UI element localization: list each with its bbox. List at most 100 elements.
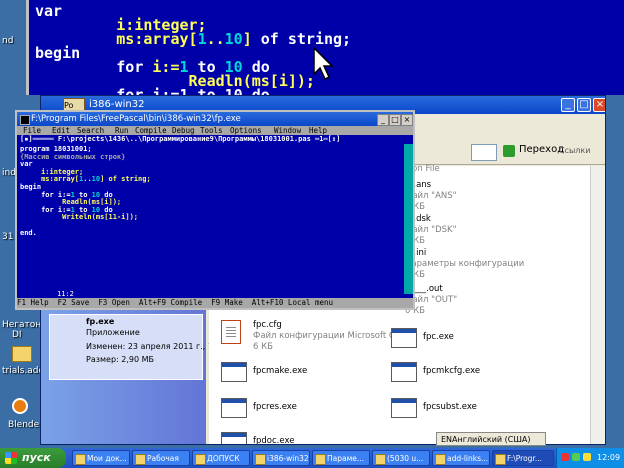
file-type: Параметры конфигурации [405, 259, 525, 269]
taskbar-button[interactable]: Рабочая [132, 450, 190, 466]
console-maximize-button[interactable]: □ [389, 114, 401, 126]
taskbar-button-label: i386-win32 [267, 454, 309, 463]
exe-file-icon[interactable] [391, 398, 417, 418]
console-title: F:\Program Files\FreePascal\bin\i386-win… [31, 114, 241, 124]
file-name: fpcmkcfg.exe [423, 366, 481, 376]
menu-item-debug[interactable]: Debug [172, 126, 195, 135]
folder-icon[interactable] [12, 346, 32, 362]
taskbar-button-label: Парамe... [327, 454, 365, 463]
language-bar[interactable]: ENАнглийский (США) [436, 432, 546, 446]
code-token: 1 [197, 30, 207, 48]
menu-item-edit[interactable]: Edit [52, 126, 70, 135]
file-name: fpc.cfg [253, 320, 282, 330]
window-icon [315, 454, 326, 465]
minimize-button[interactable]: _ [561, 98, 575, 112]
exe-file-icon[interactable] [391, 328, 417, 348]
console-code-area[interactable]: program 18031001; {Массив символьных стро… [17, 135, 405, 295]
code-token: of string; [260, 30, 352, 48]
taskbar-button-label: Мои док... [87, 454, 127, 463]
window-icon [375, 454, 386, 465]
exe-file-icon[interactable] [221, 398, 247, 418]
console-titlebar[interactable]: F:\Program Files\FreePascal\bin\i386-win… [17, 112, 413, 126]
go-button[interactable]: Переход [519, 144, 564, 155]
taskbar-button-label: Рабочая [147, 454, 179, 463]
system-tray: 12:09 [556, 448, 624, 468]
menu-item-file[interactable]: File [23, 126, 41, 135]
blender-icon[interactable] [12, 398, 28, 414]
windows-flag-icon [5, 452, 17, 464]
window-icon [495, 454, 506, 465]
code-line: ms:array[1..10] of string; [35, 30, 351, 48]
file-item[interactable]: fpdoc.exe [253, 436, 294, 444]
tray-speaker-icon[interactable] [583, 453, 591, 461]
code-token: .. [83, 175, 92, 184]
address-dropdown[interactable] [471, 144, 497, 161]
code-token: 10 [224, 30, 243, 48]
taskbar: пуск Мои док... Рабочая ДОПУСК i386-win32 Па… [0, 448, 624, 468]
taskbar-button[interactable]: Мои док... [72, 450, 130, 466]
console-close-button[interactable]: × [401, 114, 413, 126]
file-item[interactable]: fpc.exe [423, 332, 454, 343]
desktop-label[interactable]: Blender [8, 420, 43, 430]
taskbar-button[interactable]: add-links... [432, 450, 490, 466]
menu-item-run[interactable]: Run [115, 126, 129, 135]
code-line: end. [20, 229, 37, 237]
taskbar-button-label: F:\Progr... [507, 454, 542, 463]
tray-network-icon[interactable] [572, 453, 580, 461]
go-arrow-icon[interactable] [503, 145, 515, 157]
file-size: 3 КБ [405, 270, 425, 280]
code-token: {Массив символьных строк} [20, 152, 126, 161]
console-app-icon [20, 115, 30, 125]
links-button[interactable]: Ссылки [559, 146, 590, 155]
exe-file-icon[interactable] [391, 362, 417, 382]
file-item[interactable]: fpc.cfg Файл конфигурации Microsoft Of...… [253, 320, 406, 353]
window-icon [435, 454, 446, 465]
file-name: fp.ini [405, 248, 427, 258]
cursor-position: 11:2 [57, 290, 74, 298]
file-item[interactable]: fp.iniПараметры конфигурации3 КБ [405, 248, 524, 281]
file-item[interactable]: fpcres.exe [253, 402, 297, 413]
details-panel: fp.exe Приложение Изменен: 23 апреля 201… [49, 314, 231, 380]
close-button[interactable]: × [593, 98, 605, 112]
console-statusbar: F1 Help F2 Save F3 Open Alt+F9 Compile F… [17, 298, 413, 308]
taskbar-button[interactable]: i386-win32 [252, 450, 310, 466]
exe-file-icon[interactable] [221, 362, 247, 382]
start-button[interactable]: пуск [0, 448, 66, 468]
maximize-button[interactable]: □ [577, 98, 591, 112]
taskbar-button[interactable]: ДОПУСК [192, 450, 250, 466]
code-token: ] [242, 30, 261, 48]
file-size: 6 КБ [253, 342, 273, 352]
console-minimize-button[interactable]: _ [377, 114, 389, 126]
console-window: F:\Program Files\FreePascal\bin\i386-win… [15, 110, 415, 310]
menu-item-window[interactable]: Window [274, 126, 301, 135]
file-name: fpcmake.exe [253, 366, 308, 376]
exe-file-icon[interactable] [221, 432, 247, 444]
file-item[interactable]: fpcmake.exe [253, 366, 307, 377]
console-menubar: File Edit Search Run Compile Debug Tools Option… [17, 126, 413, 135]
menu-item-compile[interactable]: Compile [135, 126, 167, 135]
details-type: Приложение [86, 328, 140, 337]
file-item[interactable]: fpcmkcfg.exe [423, 366, 480, 377]
window-icon [75, 454, 86, 465]
file-item[interactable]: fpcsubst.exe [423, 402, 477, 413]
console-scrollbar[interactable] [404, 144, 413, 294]
code-token: Writeln(ms[11-i]); [20, 213, 139, 222]
menu-item-search[interactable]: Search [77, 126, 104, 135]
vertical-scrollbar[interactable] [590, 166, 605, 444]
code-token: for i:=1 to 10 do [35, 86, 270, 95]
menu-item-options[interactable]: Options [230, 126, 262, 135]
tray-antivirus-icon[interactable] [561, 453, 569, 461]
config-file-icon[interactable] [221, 320, 241, 344]
taskbar-button-label: add-links... [447, 454, 489, 463]
details-filename: fp.exe [86, 317, 115, 326]
menu-item-tools[interactable]: Tools [200, 126, 223, 135]
taskbar-button[interactable]: (5030 u... [372, 450, 430, 466]
start-label: пуск [22, 451, 51, 464]
desktop-label[interactable]: Негатон [2, 320, 41, 330]
window-icon [195, 454, 206, 465]
taskbar-button[interactable]: Парамe... [312, 450, 370, 466]
code-line: for i:=1 to 10 do [35, 86, 270, 95]
menu-item-help[interactable]: Help [309, 126, 327, 135]
file-name: fpcres.exe [253, 402, 297, 412]
taskbar-button[interactable]: F:\Progr... [492, 450, 554, 466]
